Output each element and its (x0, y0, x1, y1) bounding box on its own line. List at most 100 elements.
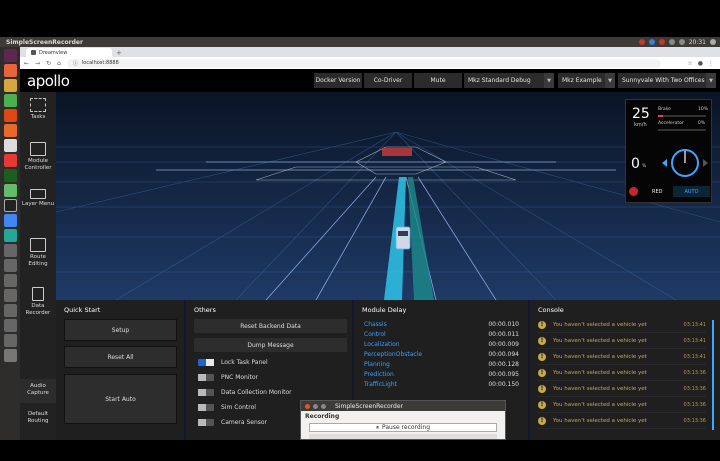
docker-version-button[interactable]: Docker Version (314, 73, 362, 88)
drive-icon[interactable] (3, 244, 17, 257)
speed-value: 25 (632, 106, 650, 122)
menu-icon[interactable]: ⋮ (708, 60, 714, 67)
reload-icon[interactable]: ↻ (46, 60, 51, 67)
chromium-icon[interactable] (3, 229, 17, 242)
toggle-data-collection-monitor[interactable]: Data Collection Monitor (198, 387, 292, 397)
record-icon[interactable] (658, 39, 665, 45)
nav-default-routing[interactable]: Default Routing (20, 407, 56, 431)
toggle-switch[interactable] (198, 418, 214, 426)
store-icon[interactable] (3, 124, 17, 137)
chevron-down-icon: ▼ (706, 73, 716, 88)
toggle-camera-sensor[interactable]: Camera Sensor (198, 417, 267, 427)
drive-mode-badge[interactable]: AUTO (673, 186, 710, 197)
panel-title: Module Delay (362, 306, 407, 314)
accelerator-percent: 0% (698, 121, 706, 126)
scene-canvas[interactable] (56, 92, 720, 300)
network-icon[interactable] (648, 39, 655, 45)
map-select[interactable]: Sunnyvale With Two Offices ▼ (618, 73, 716, 88)
brake-percent: 10% (698, 107, 709, 112)
drive-icon[interactable] (3, 289, 17, 302)
ubuntu-icon[interactable] (3, 49, 17, 62)
console-scrollbar[interactable] (712, 320, 714, 430)
toggle-switch[interactable] (198, 373, 214, 381)
firefox-icon[interactable] (3, 64, 17, 77)
nav-layer-menu[interactable]: Layer Menu (20, 189, 56, 225)
toggle-switch[interactable] (198, 388, 214, 396)
tab-dreamview[interactable]: Dreamview (26, 48, 112, 57)
reset-backend-button[interactable]: Reset Backend Data (194, 319, 347, 333)
back-icon[interactable]: ← (24, 60, 29, 67)
drive-icon[interactable] (3, 319, 17, 332)
terminal-icon[interactable] (3, 199, 17, 212)
warning-icon: ! (538, 400, 546, 409)
new-tab-button[interactable]: + (116, 49, 122, 57)
module-time: 00:00.095 (488, 371, 519, 378)
software-icon[interactable] (3, 109, 17, 122)
reset-all-button[interactable]: Reset All (64, 346, 177, 368)
settings-icon[interactable] (3, 139, 17, 152)
drive-icon[interactable] (3, 334, 17, 347)
recorder-icon[interactable] (3, 154, 17, 167)
recorder-titlebar: SimpleScreenRecorder (301, 401, 505, 411)
app-header: apollo Docker Version Co-Driver Mute Mkz… (20, 69, 720, 92)
console-time: 03:13:41 (683, 337, 706, 344)
warning-icon: ! (538, 368, 546, 377)
files-icon[interactable] (3, 79, 17, 92)
route-icon (30, 238, 46, 252)
clock[interactable]: 20:31 (689, 39, 706, 46)
mute-button[interactable]: Mute (414, 73, 462, 88)
toggle-switch[interactable] (198, 403, 214, 411)
nav-module-controller[interactable]: Module Controller (20, 142, 56, 178)
nav-route-editing[interactable]: Route Editing (20, 238, 56, 274)
profile-icon[interactable]: ● (698, 60, 703, 67)
stop-sign-obstacle (382, 148, 412, 156)
toggle-lock-task-panel[interactable]: Lock Task Panel (198, 357, 268, 367)
chrome-icon[interactable] (3, 214, 17, 227)
brake-bar (658, 115, 706, 117)
vehicle-select[interactable]: Mkz Example ▼ (558, 73, 615, 88)
spreadsheet-icon[interactable] (3, 94, 17, 107)
scene-view[interactable] (56, 92, 720, 300)
toggle-sim-control[interactable]: Sim Control (198, 402, 256, 412)
volume-icon[interactable] (678, 39, 685, 45)
home-icon[interactable]: ⌂ (57, 60, 61, 67)
setup-button[interactable]: Setup (64, 319, 177, 341)
start-auto-button[interactable]: Start Auto (64, 374, 177, 424)
drive-icon[interactable] (3, 274, 17, 287)
power-icon[interactable] (710, 39, 716, 45)
trash-icon[interactable] (3, 349, 17, 362)
recorder-title: SimpleScreenRecorder (335, 402, 404, 410)
mode-select[interactable]: Mkz Standard Debug ▼ (464, 73, 554, 88)
minimize-icon[interactable] (313, 403, 318, 409)
nav-label: Default Routing (27, 411, 49, 424)
nav-data-recorder[interactable]: Data Recorder (20, 287, 56, 323)
nav-tasks[interactable]: Tasks (20, 98, 56, 130)
module-name: TrafficLight (364, 381, 397, 388)
co-driver-button[interactable]: Co-Driver (364, 73, 412, 88)
console-row: ! You haven't selected a vehicle yet 03:13… (538, 317, 706, 333)
pause-recording-button[interactable]: ⏸ Pause recording (309, 423, 497, 432)
wifi-icon[interactable] (668, 39, 675, 45)
chrome-icon[interactable] (638, 39, 645, 45)
warning-icon: ! (538, 320, 546, 329)
drive-icon[interactable] (3, 259, 17, 272)
terminal-icon[interactable] (3, 169, 17, 182)
toggle-switch[interactable] (198, 358, 214, 366)
app-icon[interactable] (3, 184, 17, 197)
toggle-label: Sim Control (221, 403, 256, 411)
address-bar[interactable]: ⓘ localhost:8888 (66, 58, 662, 68)
maximize-icon[interactable] (321, 403, 326, 409)
grid-icon (30, 98, 46, 112)
browser-window: Dreamview + ← → ↻ ⌂ ⓘ localhost:8888 ☆ ●… (20, 47, 720, 440)
star-icon[interactable]: ☆ (687, 60, 692, 67)
module-time: 00:00.094 (488, 351, 519, 358)
close-icon[interactable] (305, 403, 310, 409)
nav-label: Audio Capture (27, 383, 49, 396)
dump-message-button[interactable]: Dump Message (194, 338, 347, 352)
toggle-pnc-monitor[interactable]: PNC Monitor (198, 372, 258, 382)
forward-icon[interactable]: → (35, 60, 40, 67)
url-text: localhost:8888 (81, 60, 119, 66)
nav-audio-capture[interactable]: Audio Capture (20, 379, 56, 403)
drive-icon[interactable] (3, 304, 17, 317)
console-row: ! You haven't selected a vehicle yet 03:13… (538, 397, 706, 413)
